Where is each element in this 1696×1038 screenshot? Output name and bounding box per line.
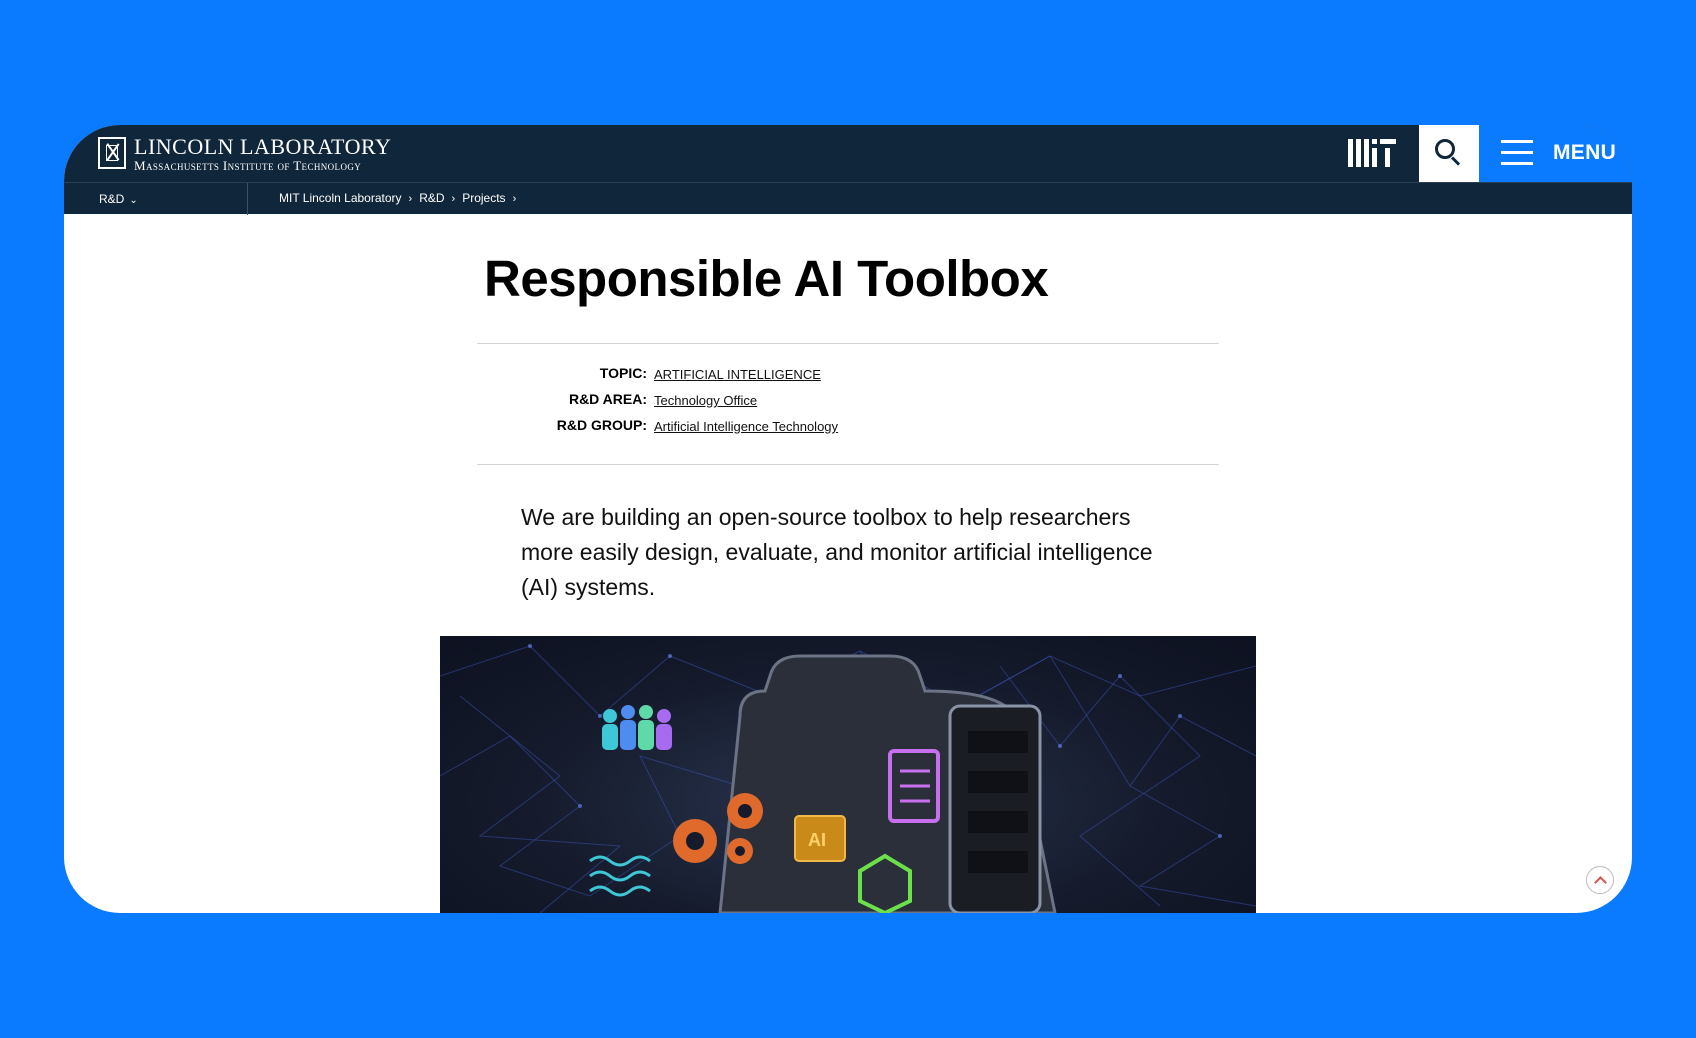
breadcrumb-link-projects[interactable]: Projects	[462, 191, 505, 205]
scroll-to-top-button[interactable]	[1586, 866, 1614, 894]
subnav-divider	[247, 183, 248, 215]
intro-text: We are building an open-source toolbox t…	[521, 504, 1153, 600]
meta-label: R&D AREA:	[568, 391, 647, 407]
divider-bottom	[477, 464, 1219, 465]
rd-group-link[interactable]: Artificial Intelligence Technology	[654, 419, 838, 434]
hero-illustration: AI	[440, 644, 1256, 913]
page-title: Responsible AI Toolbox	[484, 250, 1049, 307]
browser-page: LINCOLN LABORATORY Massachusetts Institu…	[64, 125, 1632, 913]
hamburger-icon	[1501, 140, 1533, 166]
breadcrumb-link-home[interactable]: MIT Lincoln Laboratory	[279, 191, 402, 205]
breadcrumb: MIT Lincoln Laboratory › R&D › Projects ›	[279, 191, 523, 205]
chevron-right-icon: ›	[451, 193, 456, 205]
divider-top	[477, 343, 1219, 344]
svg-text:AI: AI	[808, 830, 826, 850]
topic-link[interactable]: ARTIFICIAL INTELLIGENCE	[654, 367, 821, 382]
breadcrumb-link-rd[interactable]: R&D	[419, 191, 444, 205]
hero-image: AI	[440, 636, 1256, 913]
rd-dropdown[interactable]: R&D ⌄	[99, 192, 138, 206]
top-navbar: LINCOLN LABORATORY Massachusetts Institu…	[64, 125, 1632, 182]
menu-button[interactable]: MENU	[1479, 125, 1632, 182]
secondary-navbar: R&D ⌄ MIT Lincoln Laboratory › R&D › Projects…	[64, 182, 1632, 215]
rd-area-link[interactable]: Technology Office	[654, 393, 757, 408]
chevron-down-icon: ⌄	[129, 195, 138, 206]
menu-label: MENU	[1553, 141, 1617, 164]
meta-row-topic: TOPIC: ARTIFICIAL INTELLIGENCE	[477, 365, 1219, 389]
meta-row-group: R&D GROUP: Artificial Intelligence Techn…	[477, 417, 1219, 441]
meta-label: TOPIC:	[599, 365, 647, 381]
search-button[interactable]	[1419, 125, 1479, 182]
mit-logo[interactable]	[1348, 139, 1396, 167]
meta-label: R&D GROUP:	[556, 417, 647, 433]
rd-dropdown-label: R&D	[99, 192, 125, 206]
logo-title: LINCOLN LABORATORY	[134, 134, 392, 159]
logo-subtitle: Massachusetts Institute of Technology	[134, 158, 362, 173]
logo-emblem-icon	[98, 137, 126, 169]
meta-row-area: R&D AREA: Technology Office	[477, 391, 1219, 415]
chevron-right-icon: ›	[408, 193, 413, 205]
chevron-right-icon: ›	[512, 193, 517, 205]
